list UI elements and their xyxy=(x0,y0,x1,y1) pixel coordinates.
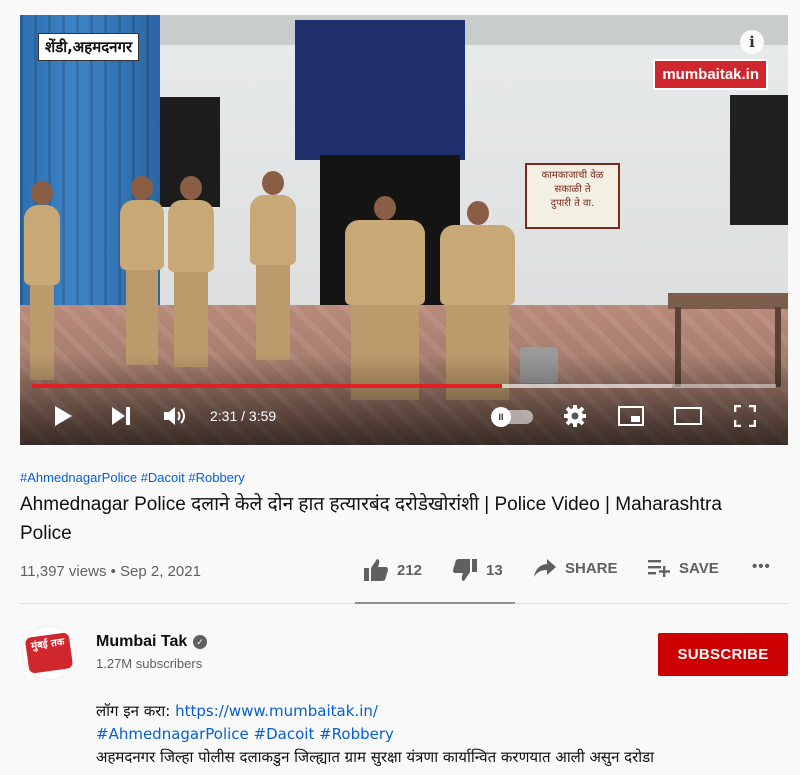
share-icon xyxy=(534,559,556,577)
volume-icon[interactable] xyxy=(160,401,192,431)
avatar-logo: मुंबई तक xyxy=(24,632,74,674)
channel-name[interactable]: Mumbai Tak xyxy=(96,633,187,651)
channel-avatar[interactable]: मुंबई तक xyxy=(22,626,76,680)
progress-played xyxy=(32,384,503,388)
fullscreen-icon[interactable] xyxy=(730,401,760,431)
save-label: SAVE xyxy=(679,559,719,577)
autoplay-toggle[interactable]: II xyxy=(491,407,533,427)
share-label: SHARE xyxy=(565,559,618,577)
settings-icon[interactable] xyxy=(560,401,590,431)
thumbs-down-icon xyxy=(453,559,477,581)
description-line: लॉग इन करा: https://www.mumbaitak.in/ xyxy=(96,700,796,723)
verified-check-icon: ✓ xyxy=(193,635,207,649)
info-icon[interactable]: i xyxy=(740,30,764,54)
pause-icon: II xyxy=(491,407,511,427)
like-count: 212 xyxy=(397,561,423,579)
subscriber-count: 1.27M subscribers xyxy=(96,656,203,671)
progress-bar[interactable] xyxy=(32,384,776,388)
share-button[interactable]: SHARE xyxy=(533,558,618,578)
video-hashtags[interactable]: #AhmednagarPolice #Dacoit #Robbery xyxy=(20,470,245,485)
description-text: अहमदनगर जिल्हा पोलीस दलाकडुन जिल्ह्यात ग… xyxy=(96,748,655,766)
dislike-button[interactable]: 13 xyxy=(452,558,503,582)
video-player[interactable]: कामकाजाची वेळ सकाळी ते दुपारी ते वा. शें… xyxy=(20,15,788,445)
save-button[interactable]: SAVE xyxy=(647,558,719,578)
play-icon[interactable] xyxy=(48,401,78,431)
website-link[interactable]: https://www.mumbaitak.in/ xyxy=(175,702,378,720)
subscribe-button[interactable]: SUBSCRIBE xyxy=(658,633,788,676)
playlist-add-icon xyxy=(648,560,670,577)
like-button[interactable]: 212 xyxy=(363,558,422,582)
time-display: 2:31 / 3:59 xyxy=(210,408,277,424)
description-login-text: लॉग इन करा: xyxy=(96,702,176,720)
video-title: Ahmednagar Police दलाने केले दोन हात हत्… xyxy=(20,494,722,544)
thumbs-up-icon xyxy=(364,559,388,581)
theater-icon[interactable] xyxy=(672,401,704,431)
dislike-count: 13 xyxy=(486,561,503,579)
wall-sign: कामकाजाची वेळ सकाळी ते दुपारी ते वा. xyxy=(525,163,620,229)
miniplayer-icon[interactable] xyxy=(616,401,646,431)
location-label: शेंडी,अहमदनगर xyxy=(38,33,140,61)
video-description: लॉग इन करा: https://www.mumbaitak.in/ #A… xyxy=(96,700,796,769)
next-icon[interactable] xyxy=(106,401,136,431)
description-hashtags[interactable]: #AhmednagarPolice #Dacoit #Robbery xyxy=(96,723,796,746)
view-count-date: 11,397 views • Sep 2, 2021 xyxy=(20,563,201,580)
sentiment-bar xyxy=(355,602,515,604)
more-actions-icon[interactable]: ••• xyxy=(752,558,771,575)
brand-watermark: mumbaitak.in xyxy=(653,59,768,90)
